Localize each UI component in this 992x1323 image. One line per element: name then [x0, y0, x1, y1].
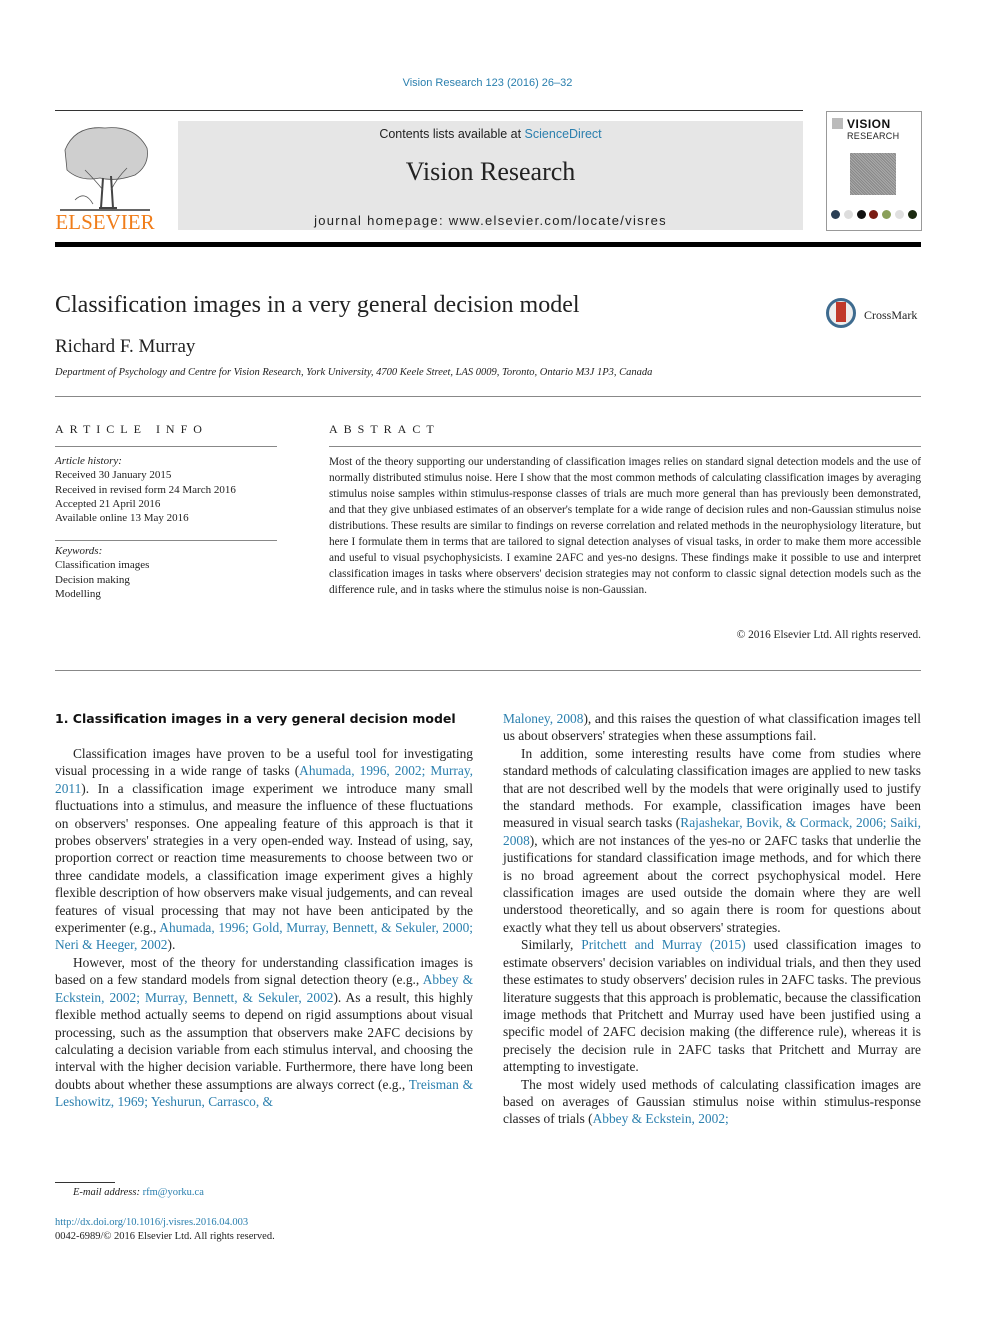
- history-accepted: Accepted 21 April 2016: [55, 497, 161, 510]
- contents-prefix: Contents lists available at: [379, 127, 525, 141]
- text: ).: [167, 937, 176, 953]
- body-right-column: Maloney, 2008), and this raises the ques…: [503, 710, 921, 1128]
- cover-thumb-icon: [895, 210, 905, 219]
- paragraph: Similarly, Pritchett and Murray (2015) u…: [503, 936, 921, 1075]
- history-revised: Received in revised form 24 March 2016: [55, 483, 236, 496]
- cover-thumb-icon: [869, 210, 879, 219]
- cover-elsevier-mini-icon: [832, 118, 843, 129]
- paragraph: The most widely used methods of calculat…: [503, 1076, 921, 1128]
- homepage-prefix: journal homepage:: [314, 213, 449, 228]
- article-history: Article history: Received 30 January 201…: [55, 454, 236, 525]
- journal-header-band: Contents lists available at ScienceDirec…: [178, 121, 803, 230]
- sciencedirect-link[interactable]: ScienceDirect: [525, 127, 602, 141]
- cover-noise-image: [850, 153, 896, 195]
- crossmark-label: CrossMark: [864, 308, 918, 322]
- text: ). In a classification image experiment …: [55, 780, 473, 936]
- homepage-url-link[interactable]: www.elsevier.com/locate/visres: [449, 213, 667, 228]
- contents-line: Contents lists available at ScienceDirec…: [178, 127, 803, 141]
- article-history-label: Article history:: [55, 455, 122, 467]
- cover-title: VISION: [847, 117, 891, 131]
- footnote-rule: [55, 1182, 115, 1183]
- citation-link[interactable]: Maloney, 2008: [503, 711, 583, 726]
- abstract-heading: ABSTRACT: [329, 422, 440, 436]
- article-info-heading: ARTICLE INFO: [55, 422, 208, 436]
- journal-name: Vision Research: [405, 157, 576, 186]
- keywords: Keywords: Classification images Decision…: [55, 544, 149, 601]
- keywords-rule: [55, 540, 277, 541]
- issn-copyright: 0042-6989/© 2016 Elsevier Ltd. All right…: [55, 1231, 275, 1242]
- text: Similarly,: [521, 937, 582, 953]
- paragraph: However, most of the theory for understa…: [55, 954, 473, 1111]
- paragraph: Classification images have proven to be …: [55, 745, 473, 954]
- abstract-bottom-rule: [55, 670, 921, 671]
- elsevier-wordmark: ELSEVIER: [55, 210, 155, 234]
- article-title: Classification images in a very general …: [55, 292, 580, 318]
- text: ), which are not instances of the yes-no…: [503, 832, 921, 935]
- header-top-rule: [55, 110, 803, 111]
- title-bottom-rule: [55, 396, 921, 397]
- author-name: Richard F. Murray: [55, 336, 196, 357]
- abstract-text: Most of the theory supporting our unders…: [329, 456, 921, 596]
- body-left-column: Classification images have proven to be …: [55, 745, 473, 1111]
- header-thick-rule: [55, 242, 921, 247]
- section-heading: 1. Classification images in a very gener…: [55, 711, 456, 726]
- text: However, most of the theory for understa…: [55, 954, 473, 988]
- cover-image-row: [831, 210, 917, 220]
- paragraph: Maloney, 2008), and this raises the ques…: [503, 710, 921, 745]
- cover-thumb-icon: [907, 210, 917, 219]
- doi-link[interactable]: http://dx.doi.org/10.1016/j.visres.2016.…: [55, 1217, 248, 1228]
- cover-subtitle: RESEARCH: [847, 131, 900, 141]
- keywords-label: Keywords:: [55, 545, 103, 557]
- journal-cover-thumbnail[interactable]: VISION RESEARCH: [826, 111, 922, 231]
- email-label: E-mail address:: [73, 1187, 143, 1198]
- abstract-rule: [329, 446, 921, 447]
- cover-thumb-icon: [843, 210, 853, 219]
- cover-thumb-icon: [882, 210, 892, 219]
- crossmark-button[interactable]: CrossMark: [826, 298, 926, 334]
- crossmark-ribbon-icon: [836, 302, 846, 322]
- citation-link[interactable]: Abbey & Eckstein, 2002;: [593, 1111, 729, 1126]
- author-affiliation: Department of Psychology and Centre for …: [55, 367, 653, 378]
- keyword: Decision making: [55, 573, 130, 586]
- cover-thumb-icon: [831, 210, 840, 219]
- text: used classification images to estimate o…: [503, 937, 921, 1075]
- history-online: Available online 13 May 2016: [55, 512, 189, 525]
- history-received: Received 30 January 2015: [55, 469, 172, 482]
- abstract-copyright: © 2016 Elsevier Ltd. All rights reserved…: [736, 629, 921, 641]
- keyword: Classification images: [55, 559, 150, 572]
- paragraph: In addition, some interesting results ha…: [503, 745, 921, 936]
- journal-reference-link[interactable]: Vision Research 123 (2016) 26–32: [0, 77, 975, 89]
- email-footnote: E-mail address: rfm@yorku.ca: [73, 1187, 204, 1198]
- keyword: Modelling: [55, 587, 101, 600]
- cover-thumb-icon: [856, 210, 866, 219]
- journal-homepage: journal homepage: www.elsevier.com/locat…: [178, 213, 803, 228]
- article-info-rule: [55, 446, 277, 447]
- citation-link[interactable]: Pritchett and Murray (2015): [581, 937, 745, 952]
- email-link[interactable]: rfm@yorku.ca: [143, 1187, 204, 1198]
